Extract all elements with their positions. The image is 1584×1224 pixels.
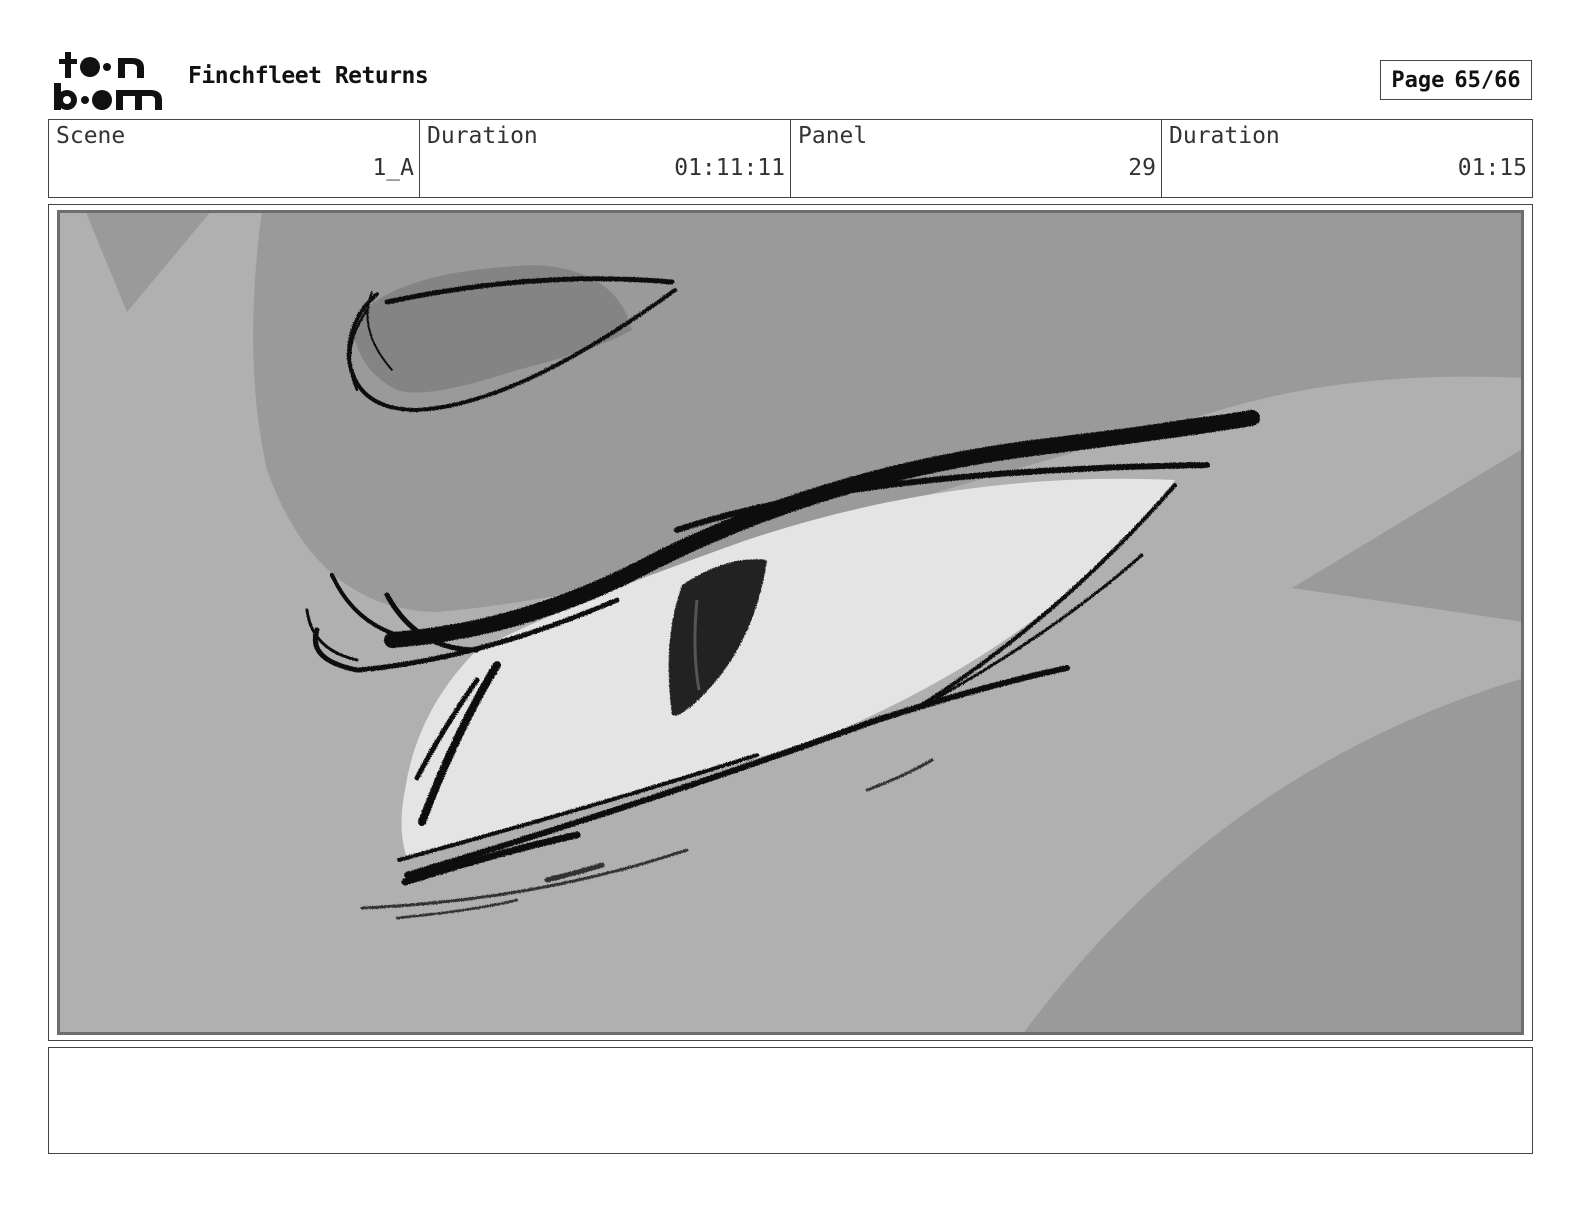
page-number: 65/66: [1454, 67, 1521, 93]
scene-label: Scene: [56, 123, 126, 149]
scene-duration-cell: Duration 01:11:11: [420, 120, 791, 197]
project-title: Finchfleet Returns: [188, 63, 429, 89]
page-label: Page: [1391, 67, 1445, 93]
panel-notes: [48, 1047, 1533, 1154]
scene-duration-value: 01:11:11: [674, 155, 785, 181]
panel-duration-value: 01:15: [1457, 155, 1527, 181]
scene-cell: Scene 1_A: [49, 120, 420, 197]
page-indicator: Page 65/66: [1380, 60, 1532, 100]
storyboard-panel: [48, 204, 1533, 1041]
panel-value: 29: [1128, 155, 1156, 181]
eye-sketch-drawing: [57, 210, 1524, 1035]
panel-duration-label: Duration: [1169, 123, 1280, 149]
scene-duration-label: Duration: [427, 123, 538, 149]
panel-cell: Panel 29: [791, 120, 1162, 197]
toon-boom-logo: [54, 52, 162, 110]
scene-info-table: Scene 1_A Duration 01:11:11 Panel 29 Dur…: [48, 119, 1533, 198]
panel-duration-cell: Duration 01:15: [1162, 120, 1532, 197]
scene-value: 1_A: [372, 155, 414, 181]
panel-label: Panel: [798, 123, 868, 149]
